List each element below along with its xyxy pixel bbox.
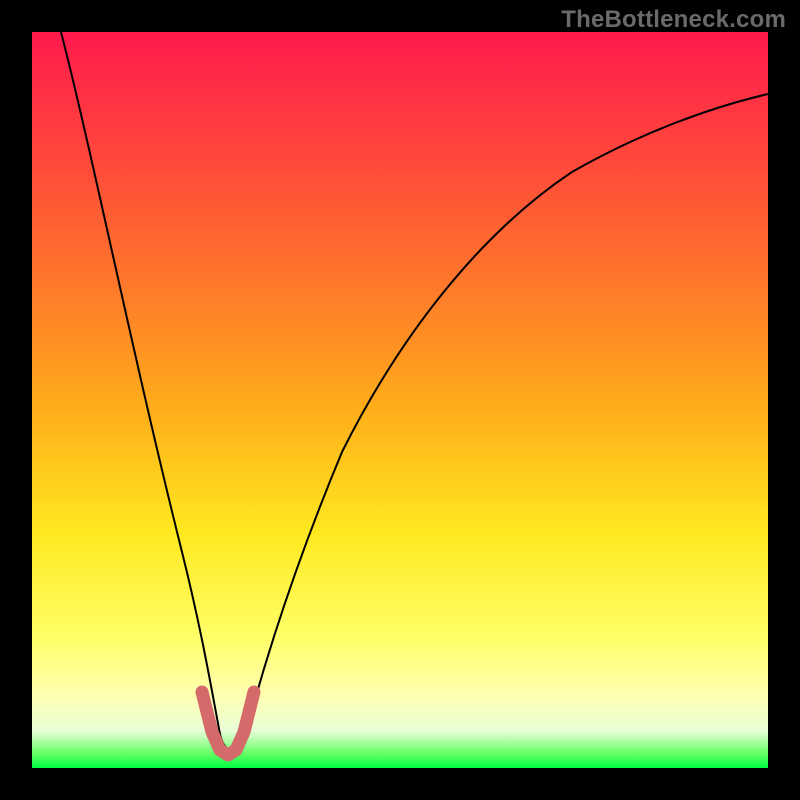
watermark-text: TheBottleneck.com [561, 6, 786, 34]
minimum-marker-path [202, 692, 254, 755]
chart-frame: TheBottleneck.com [0, 0, 800, 800]
chart-svg [32, 32, 768, 768]
bottleneck-curve-path [61, 32, 768, 752]
